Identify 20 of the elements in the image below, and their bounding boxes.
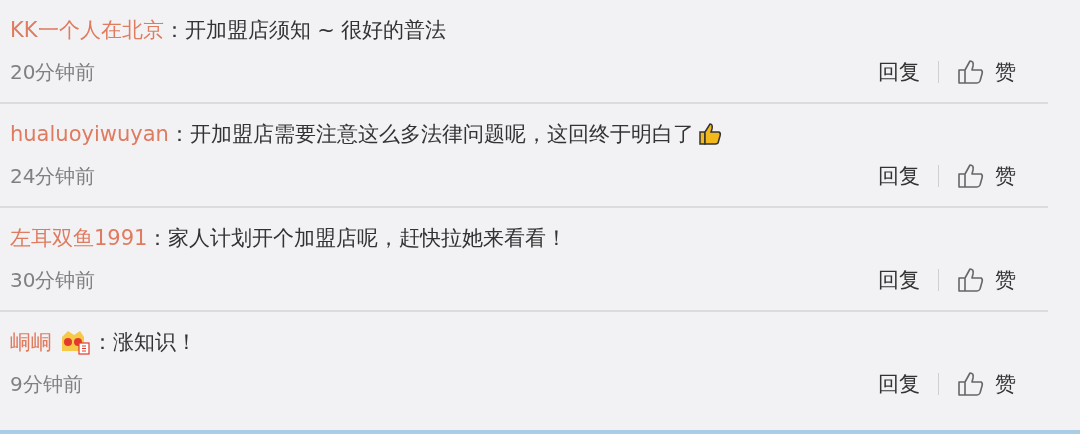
reply-button[interactable]: 回复 (878, 162, 920, 190)
thumbs-up-icon (957, 163, 985, 189)
like-button[interactable]: 赞 (957, 58, 1016, 86)
reply-button[interactable]: 回复 (878, 266, 920, 294)
comment-time: 20分钟前 (10, 58, 97, 86)
comment-text: ：家人计划开个加盟店呢，赶快拉她来看看！ (147, 225, 568, 252)
comment-text: ：开加盟店须知 ~ 很好的普法 (163, 17, 447, 44)
comment-time: 24分钟前 (10, 162, 97, 190)
like-button[interactable]: 赞 (957, 162, 1016, 190)
comment-time: 30分钟前 (10, 266, 97, 294)
like-button[interactable]: 赞 (957, 370, 1016, 398)
thumbs-up-icon (957, 267, 985, 293)
like-button[interactable]: 赞 (957, 266, 1016, 294)
comment-text: ：开加盟店需要注意这么多法律问题呢，这回终于明白了 (168, 121, 694, 148)
thumbs-up-icon (957, 371, 985, 397)
comment-time: 9分钟前 (10, 370, 84, 398)
reply-button[interactable]: 回复 (878, 58, 920, 86)
thumbs-up-icon (957, 59, 985, 85)
reply-button[interactable]: 回复 (878, 370, 920, 398)
comment-text: ：涨知识！ (92, 329, 197, 356)
